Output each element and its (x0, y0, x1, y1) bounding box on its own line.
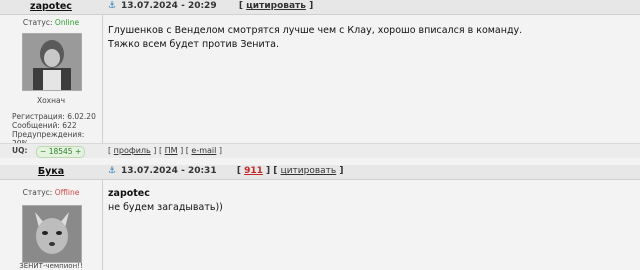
status-offline: Offline (54, 188, 80, 197)
avatar-image (23, 206, 81, 262)
post-header: zapotec ⚓ 13.07.2024 - 20:29 [ цитировать… (0, 0, 640, 15)
uq-label: UQ: (12, 146, 28, 155)
avatar (22, 205, 82, 263)
post-date: ⚓ 13.07.2024 - 20:31 [ 911 ] [ цитировать… (108, 166, 344, 176)
post-line: не будем загадывать)) (108, 202, 223, 213)
anchor-icon[interactable]: ⚓ (108, 1, 118, 11)
user-status: Статус: Online (22, 18, 80, 27)
anchor-icon[interactable]: ⚓ (108, 166, 118, 176)
profile-link[interactable]: профиль (114, 146, 151, 155)
username-link[interactable]: zapotec (0, 1, 102, 12)
post-body: Глушенков с Венделом смотрятся лучше чем… (108, 24, 522, 52)
pm-link[interactable]: ПМ (165, 146, 178, 155)
avatar-caption: Хохнач (36, 96, 66, 105)
email-link[interactable]: e-mail (191, 146, 216, 155)
status-online: Online (54, 18, 80, 27)
reputation-badge[interactable]: − 18545 + (36, 146, 86, 158)
post-header: Бука ⚓ 13.07.2024 - 20:31 [ 911 ] [ цитир… (0, 165, 640, 180)
quote-link[interactable]: цитировать (281, 166, 337, 176)
post-line: Тяжко всем будет против Зенита. (108, 39, 280, 50)
post-line: Глушенков с Венделом смотрятся лучше чем… (108, 25, 523, 36)
post-footer: UQ: − 18545 + [ профиль ] [ ПМ ] [ e-mai… (0, 143, 640, 158)
avatar-image (23, 34, 81, 90)
user-status: Статус: Offline (22, 188, 80, 197)
user-panel: Статус: Offline ЗЕНИТ-чемпион!! (0, 180, 103, 270)
avatar-caption: ЗЕНИТ-чемпион!! (19, 262, 83, 270)
user-panel: Статус: Online Хохнач Регистрация: 6.02.… (0, 15, 103, 148)
minus-icon[interactable]: − (40, 147, 46, 156)
reg-date: 6.02.20 (67, 112, 96, 121)
post-date: ⚓ 13.07.2024 - 20:29 [ цитировать ] (108, 1, 314, 11)
quote-link[interactable]: цитировать (246, 1, 306, 11)
quoted-username: zapotec (108, 188, 150, 199)
post-number[interactable]: 911 (244, 166, 263, 176)
post-body: zapotec не будем загадывать)) (108, 187, 223, 215)
post-1: zapotec ⚓ 13.07.2024 - 20:29 [ цитировать… (0, 0, 640, 158)
post-2: Бука ⚓ 13.07.2024 - 20:31 [ 911 ] [ цитир… (0, 165, 640, 270)
avatar (22, 33, 82, 91)
plus-icon[interactable]: + (75, 147, 81, 156)
username-link[interactable]: Бука (0, 166, 102, 177)
msg-count: 622 (62, 121, 77, 130)
